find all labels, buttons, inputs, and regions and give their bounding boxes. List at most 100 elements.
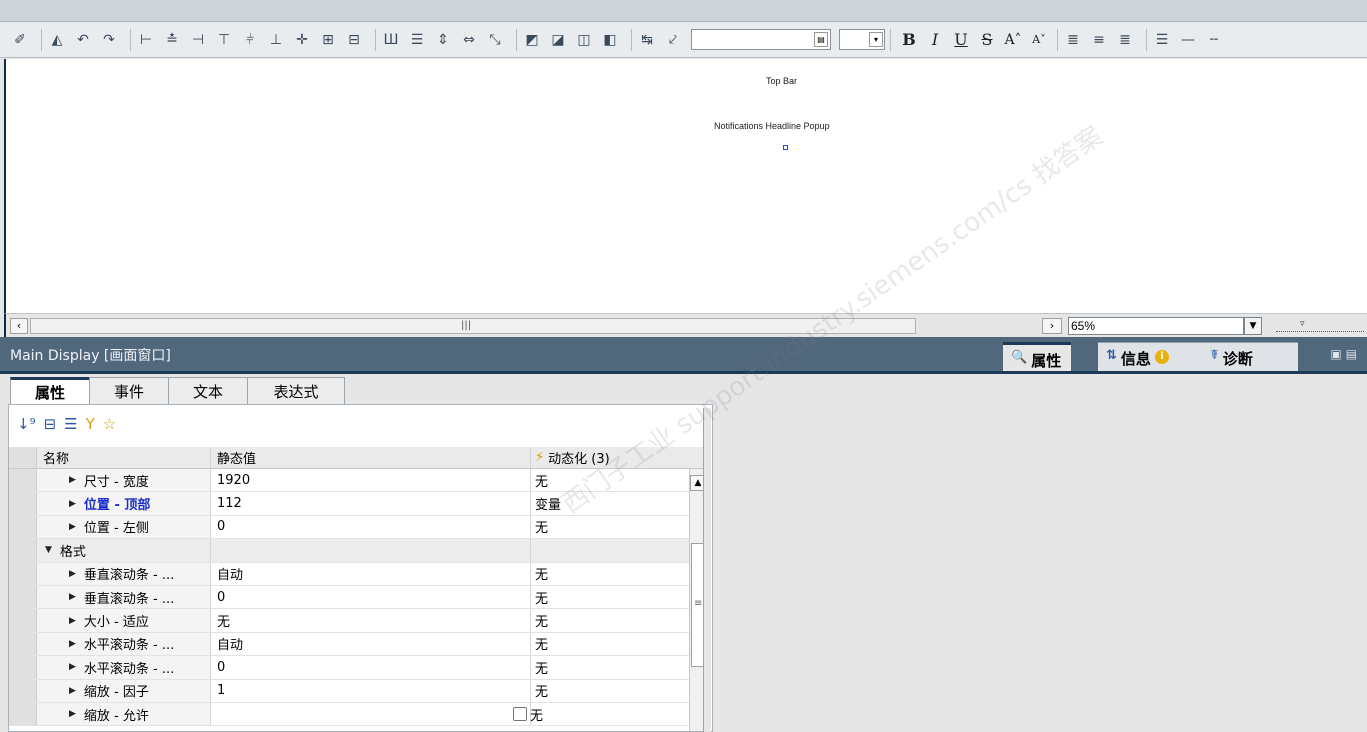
scroll-left-icon[interactable]: ‹ (10, 318, 28, 334)
same-size-icon[interactable]: ⤡ (485, 30, 505, 50)
align-center-icon[interactable]: ≛ (162, 30, 182, 50)
canvas-hscrollbar[interactable]: ‹ ||| › 65% ▼ ▿ (4, 313, 1367, 337)
table-row[interactable]: ▶ 缩放 - 允许 无 (9, 702, 705, 727)
italic-button[interactable]: I (922, 30, 948, 49)
filter-icon[interactable]: Y (86, 415, 95, 433)
align-left-icon[interactable]: ⊢ (136, 30, 156, 50)
row-dynamic[interactable]: 无 (531, 469, 681, 491)
star-icon[interactable]: ☆ (103, 415, 116, 433)
align-bottom-icon[interactable]: ⊥ (266, 30, 286, 50)
row-dynamic[interactable]: 无 (531, 633, 681, 655)
row-static[interactable]: 0 (211, 515, 531, 539)
subtab-expressions[interactable]: 表达式 (247, 377, 345, 405)
row-static[interactable]: 无 (211, 609, 531, 632)
list-view-icon[interactable]: ☰ (64, 415, 77, 433)
row-dynamic[interactable]: 无 (513, 703, 681, 725)
zoom-input[interactable]: 65% (1068, 317, 1244, 335)
row-static[interactable]: 0 (211, 585, 531, 609)
row-static[interactable]: 0 (211, 656, 531, 679)
send-back-icon[interactable]: ◪ (548, 30, 568, 50)
row-static[interactable] (211, 702, 531, 726)
sort-icon[interactable]: ↓⁹ (17, 415, 36, 433)
row-dynamic[interactable]: 无 (531, 586, 681, 608)
expand-icon[interactable]: ▶ (69, 709, 76, 719)
same-width-icon[interactable]: ⇔ (459, 30, 479, 50)
same-height-icon[interactable]: ⇕ (433, 30, 453, 50)
header-dynamic[interactable]: ⚡ 动态化 (3) (531, 447, 681, 468)
slider-thumb-icon[interactable]: ▿ (1300, 319, 1305, 329)
chevron-down-icon[interactable]: ▾ (869, 32, 883, 47)
rotate-icon[interactable]: ◭ (47, 30, 67, 50)
subtab-texts[interactable]: 文本 (168, 377, 248, 405)
expand-icon[interactable]: ▶ (69, 475, 76, 485)
forward-icon[interactable]: ◫ (574, 30, 594, 50)
brush-icon[interactable]: ✐ (10, 30, 30, 50)
strikethrough-button[interactable]: S (974, 30, 1000, 49)
row-dynamic[interactable]: 无 (531, 656, 681, 678)
table-row[interactable]: ▶ 垂直滚动条 - ... 自动 无 (9, 562, 705, 586)
expand-icon[interactable]: ▶ (69, 686, 76, 696)
chevron-down-icon[interactable]: ▼ (1244, 317, 1262, 335)
distribute-v-icon[interactable]: ☰ (407, 30, 427, 50)
row-static[interactable]: 自动 (211, 632, 531, 656)
table-row[interactable]: ▶ 水平滚动条 - ... 0 无 (9, 656, 705, 680)
font-picker-icon[interactable]: ▤ (814, 32, 828, 47)
canvas-label-popup[interactable]: Notifications Headline Popup (714, 121, 830, 131)
row-dynamic[interactable]: 无 (531, 516, 681, 538)
row-dynamic[interactable]: 变量 (531, 492, 681, 514)
scroll-grip-icon[interactable]: ||| (461, 319, 471, 333)
table-row[interactable]: ▶ 缩放 - 因子 1 无 (9, 679, 705, 703)
subtab-events[interactable]: 事件 (89, 377, 169, 405)
panel-window-controls[interactable]: ▣▤ (1330, 347, 1361, 361)
line-spacing-icon[interactable]: ☰ (1152, 30, 1172, 50)
header-static[interactable]: 静态值 (211, 447, 531, 468)
bring-front-icon[interactable]: ◩ (522, 30, 542, 50)
font-shrink-button[interactable]: A˅ (1026, 33, 1052, 46)
expand-icon[interactable]: ▶ (69, 499, 76, 509)
folder-icon[interactable]: ⊟ (44, 415, 57, 433)
expand-icon[interactable]: ▶ (69, 569, 76, 579)
table-row[interactable]: ▶ 位置 - 顶部 112 变量 (9, 492, 705, 516)
collapse-icon[interactable]: ▼ (45, 545, 52, 555)
table-row[interactable]: ▶ 尺寸 - 宽度 1920 无 (9, 469, 705, 493)
table-row[interactable]: ▶ 垂直滚动条 - ... 0 无 (9, 585, 705, 610)
line-solid-icon[interactable]: — (1178, 30, 1198, 50)
underline-button[interactable]: U (948, 30, 974, 49)
row-dynamic[interactable]: 无 (531, 680, 681, 702)
bold-button[interactable]: B (896, 30, 922, 49)
tab-order-icon[interactable]: ↹ (637, 30, 657, 50)
pane-splitter[interactable] (703, 408, 711, 732)
scroll-right-icon[interactable]: › (1042, 318, 1062, 334)
center-v-icon[interactable]: ⊟ (344, 30, 364, 50)
text-align-center-icon[interactable]: ≡ (1089, 30, 1109, 50)
center-h-icon[interactable]: ⊞ (318, 30, 338, 50)
font-name-field[interactable]: ▤ (691, 29, 831, 50)
line-dash-icon[interactable]: ╌ (1204, 30, 1224, 50)
allow-scaling-checkbox[interactable] (513, 707, 527, 722)
expand-icon[interactable]: ▶ (69, 639, 76, 649)
backward-icon[interactable]: ◧ (600, 30, 620, 50)
expand-icon[interactable]: ▶ (69, 662, 76, 672)
canvas-label-top-bar[interactable]: Top Bar (766, 76, 797, 86)
header-name[interactable]: 名称 (37, 447, 211, 468)
text-align-left-icon[interactable]: ≣ (1063, 30, 1083, 50)
align-right-icon[interactable]: ⊣ (188, 30, 208, 50)
row-dynamic[interactable]: 无 (531, 609, 681, 631)
expand-icon[interactable]: ▶ (69, 522, 76, 532)
row-static[interactable]: 自动 (211, 562, 531, 585)
expand-icon[interactable]: ▶ (69, 616, 76, 626)
row-static[interactable]: 112 (211, 492, 531, 515)
subtab-properties[interactable]: 属性 (10, 377, 90, 405)
screen-canvas[interactable]: Top Bar Notifications Headline Popup (4, 59, 1367, 313)
row-static[interactable]: 1 (211, 679, 531, 702)
rotate-left-icon[interactable]: ↶ (73, 30, 93, 50)
font-size-field[interactable]: ▾ (839, 29, 885, 50)
zoom-slider[interactable]: ▿ (1276, 319, 1364, 332)
tab-properties[interactable]: 🔍 属性 (1003, 342, 1072, 371)
align-top-icon[interactable]: ⊤ (214, 30, 234, 50)
table-row[interactable]: ▶ 水平滚动条 - ... 自动 无 (9, 632, 705, 657)
expand-icon[interactable]: ▶ (69, 592, 76, 602)
row-dynamic[interactable]: 无 (531, 563, 681, 585)
scroll-track[interactable]: ||| (30, 318, 916, 334)
table-row[interactable]: ▶ 位置 - 左侧 0 无 (9, 515, 705, 540)
